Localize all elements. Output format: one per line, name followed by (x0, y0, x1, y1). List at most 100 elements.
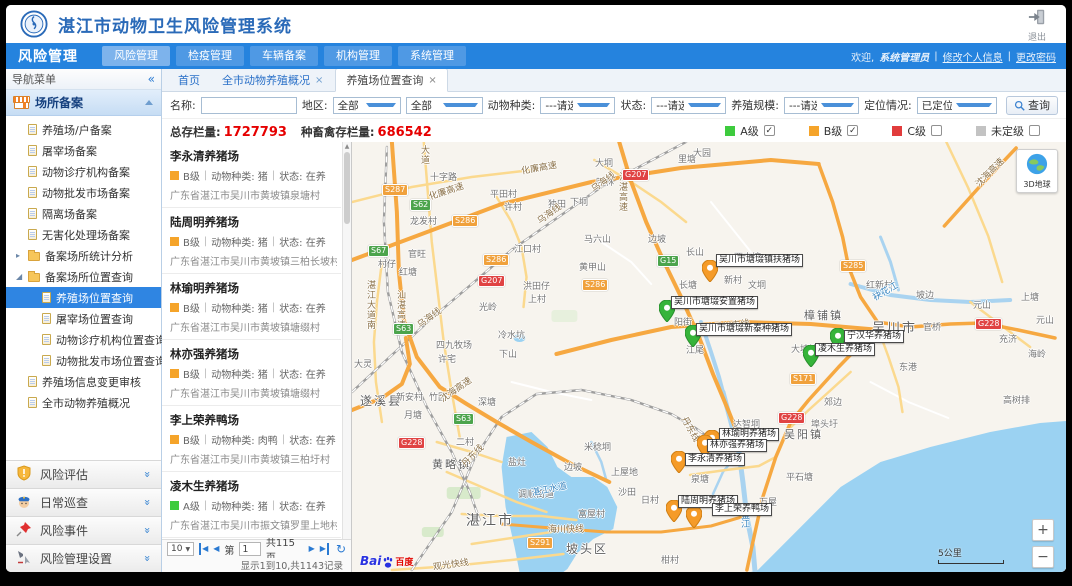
first-page-button[interactable]: ◀ (199, 543, 208, 555)
filter-select-1[interactable]: 全部 (333, 97, 401, 114)
farm-marker-label[interactable]: 吴川市塘㙍镇扶猪场 (716, 254, 803, 267)
sidebar-item-4[interactable]: 隔离场备案 (6, 203, 161, 224)
farm-marker-label[interactable]: 宁汉华养猪场 (844, 330, 904, 343)
logout-button[interactable]: 退出 (1020, 8, 1054, 43)
refresh-button[interactable]: ↻ (336, 543, 346, 555)
map-place-label: 红塘 (399, 265, 417, 278)
grade-legend: A级✓B级✓C级未定级 (725, 123, 1058, 139)
search-button[interactable]: 查询 (1006, 96, 1058, 115)
map-place-label: 柑村 (661, 553, 679, 566)
globe-icon (1026, 153, 1048, 175)
road-badge: G228 (975, 318, 1002, 330)
welcome-text: 欢迎, (851, 49, 874, 64)
farm-marker-label[interactable]: 李永清养猪场 (685, 453, 745, 466)
filter-select-4[interactable]: ---请选择--- (651, 97, 726, 114)
farm-marker-label[interactable]: 吴川市塘㙍新泰种猪场 (696, 323, 792, 336)
last-page-button[interactable]: ▶ (320, 543, 329, 555)
map-place-label: 四九牧场 (436, 338, 472, 351)
farm-card-5[interactable]: 凌木生养猪场A级|动物种类: 猪|状态: 在养广东省湛江市吴川市振文镇罗里上地村 (162, 472, 341, 538)
top-tab-1[interactable]: 检疫管理 (176, 46, 244, 66)
farm-marker-label[interactable]: 凌木生养猪场 (815, 343, 875, 356)
tab-label: 全市动物养殖概况 (222, 72, 310, 88)
farm-name: 林瑜明养猪场 (170, 280, 337, 296)
panel-places-header[interactable]: 场所备案 (6, 90, 161, 116)
sidebar-item-2[interactable]: 动物诊疗机构备案 (6, 161, 161, 182)
page-size-select[interactable]: 10 ▼ (167, 542, 194, 556)
farm-card-4[interactable]: 李上荣养鸭场B级|动物种类: 肉鸭|状态: 在养广东省湛江市吴川市黄坡镇三柏圩村 (162, 406, 341, 472)
prev-page-button[interactable]: ◀ (213, 543, 219, 555)
farm-meta: B级|动物种类: 肉鸭|状态: 在养 (170, 432, 337, 447)
stat-1: 种畜禽存栏量:686542 (301, 121, 432, 140)
top-tab-4[interactable]: 系统管理 (398, 46, 466, 66)
legend-checkbox[interactable]: ✓ (764, 125, 775, 136)
filter-select-3[interactable]: ---请选择--- (540, 97, 615, 114)
filter-select-6[interactable]: 已定位 (917, 97, 997, 114)
next-page-button[interactable]: ▶ (309, 543, 315, 555)
tab-label: 养殖场位置查询 (346, 72, 423, 88)
tab-1[interactable]: 全市动物养殖概况 × (212, 69, 333, 91)
farm-card-2[interactable]: 林瑜明养猪场B级|动物种类: 猪|状态: 在养广东省湛江市吴川市黄坡镇塘缀村 (162, 274, 341, 340)
road-badge: G228 (398, 437, 425, 449)
sidebar-item-0[interactable]: 养殖场/户备案 (6, 119, 161, 140)
sidebar-item-7[interactable]: ◢备案场所位置查询 (6, 266, 161, 287)
map-zoom-in-button[interactable]: + (1032, 519, 1054, 541)
user-link[interactable]: 更改密码 (1016, 49, 1056, 64)
sidebar-item-6[interactable]: ▸备案场所统计分析 (6, 245, 161, 266)
farm-marker-pin[interactable] (686, 506, 702, 532)
tree-arrow-icon[interactable]: ◢ (16, 272, 23, 281)
filter-select-2[interactable]: 全部 (406, 97, 483, 114)
tree-arrow-icon[interactable]: ▸ (16, 251, 23, 260)
tab-0[interactable]: 首页 (168, 69, 210, 91)
filter-select-5[interactable]: ---请选择--- (784, 97, 859, 114)
farm-marker-label[interactable]: 吴川市塘㙍安置猪场 (671, 296, 758, 309)
sidebar-item-5[interactable]: 无害化处理场备案 (6, 224, 161, 245)
legend-checkbox[interactable]: ✓ (847, 125, 858, 136)
legend-checkbox[interactable] (931, 125, 942, 136)
top-tab-2[interactable]: 车辆备案 (250, 46, 318, 66)
app-header: 湛江市动物卫生风险管理系统 退出 (6, 5, 1066, 43)
sidebar-item-10[interactable]: 动物诊疗机构位置查询 (6, 329, 161, 350)
legend-color-swatch (976, 126, 986, 136)
sidebar-item-8[interactable]: 养殖场位置查询 (6, 287, 161, 308)
map-canvas[interactable]: 湛江市吴川市遂溪县坡头区吴阳镇樟铺镇黄略镇大垌里塘大园十字路旺林平田村许村独田下… (352, 142, 1066, 572)
sidebar-item-1[interactable]: 屠宰场备案 (6, 140, 161, 161)
sidebar-item-12[interactable]: 养殖场信息变更审核 (6, 371, 161, 392)
farm-card-6[interactable]: 宁汉华养猪场A级|动物种类: 猪|状态: 在养广东省湛江市吴川市振文镇吴川市振文… (162, 538, 341, 539)
farm-card-0[interactable]: 李永清养猪场B级|动物种类: 猪|状态: 在养广东省湛江市吴川市黄坡镇泉塘村 (162, 142, 341, 208)
page-input[interactable]: 1 (239, 542, 260, 556)
accordion-settings[interactable]: 风险管理设置» (6, 544, 161, 572)
road-badge: S285 (840, 260, 866, 272)
close-icon[interactable]: × (428, 75, 436, 86)
close-icon[interactable]: × (315, 75, 323, 86)
map-3d-globe-button[interactable]: 3D地球 (1016, 149, 1058, 193)
tab-2[interactable]: 养殖场位置查询 × (335, 68, 447, 92)
accordion-pin[interactable]: 风险事件» (6, 516, 161, 544)
sidebar-item-9[interactable]: 屠宰场位置查询 (6, 308, 161, 329)
sidebar-collapse-button[interactable]: « (148, 72, 155, 86)
farm-list: 李永清养猪场B级|动物种类: 猪|状态: 在养广东省湛江市吴川市黄坡镇泉塘村陆周… (162, 142, 351, 539)
chevron-double-icon: » (141, 499, 154, 506)
list-scrollbar[interactable]: ▲ (342, 142, 351, 539)
scroll-up-icon[interactable]: ▲ (343, 142, 351, 152)
sidebar-item-3[interactable]: 动物批发市场备案 (6, 182, 161, 203)
accordion-shield[interactable]: 风险评估» (6, 460, 161, 488)
map-zoom-out-button[interactable]: − (1032, 546, 1054, 568)
top-tab-0[interactable]: 风险管理 (102, 46, 170, 66)
sidebar-item-11[interactable]: 动物批发市场位置查询 (6, 350, 161, 371)
farm-meta: B级|动物种类: 猪|状态: 在养 (170, 300, 337, 315)
user-link[interactable]: 修改个人信息 (943, 49, 1003, 64)
top-tab-3[interactable]: 机构管理 (324, 46, 392, 66)
sidebar-item-13[interactable]: 全市动物养殖概况 (6, 392, 161, 413)
farm-marker-label[interactable]: 林亦强养猪场 (707, 439, 767, 452)
legend-checkbox[interactable] (1029, 125, 1040, 136)
document-icon (28, 376, 37, 387)
farm-card-1[interactable]: 陆周明养猪场B级|动物种类: 猪|状态: 在养广东省湛江市吴川市黄坡镇三柏长坡村 (162, 208, 341, 274)
search-label: 查询 (1028, 97, 1050, 113)
map-place-label: 平石塘 (786, 470, 813, 483)
sidebar-item-label: 屠宰场备案 (42, 143, 97, 159)
farm-marker-label[interactable]: 李上荣养鸭场 (712, 503, 772, 516)
name-input[interactable] (201, 97, 297, 114)
farm-card-3[interactable]: 林亦强养猪场B级|动物种类: 猪|状态: 在养广东省湛江市吴川市黄坡镇塘缀村 (162, 340, 341, 406)
accordion-police[interactable]: 日常巡查» (6, 488, 161, 516)
scrollbar-thumb[interactable] (344, 152, 350, 224)
